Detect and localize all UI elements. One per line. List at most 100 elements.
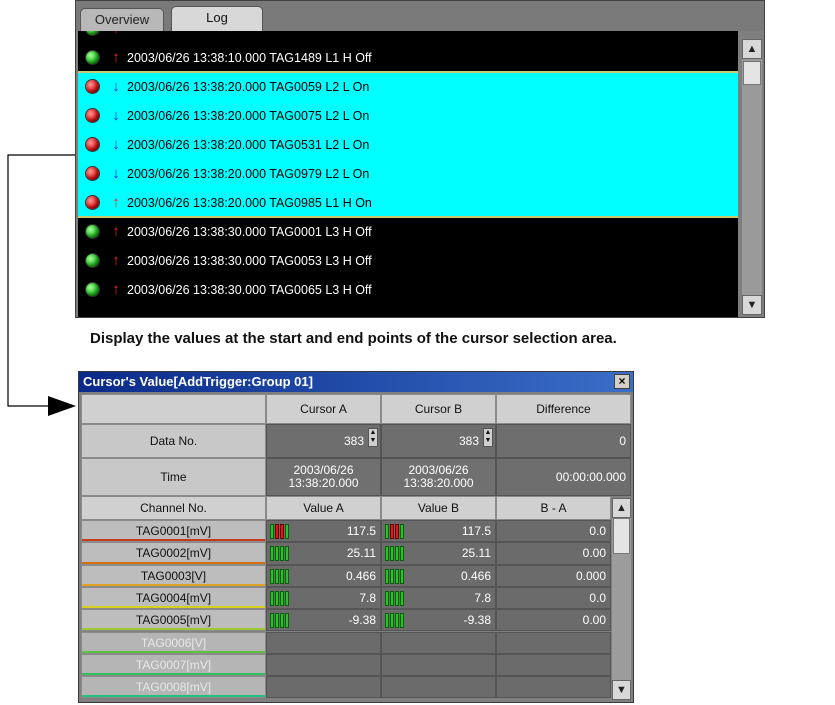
value-a-cell: 0.466 [266, 564, 381, 587]
diff-cell-text: 0.000 [575, 568, 606, 583]
time-b-clock: 13:38:20.000 [403, 476, 474, 490]
value-b-cell: 25.11 [381, 542, 496, 565]
diff-cell-text: 0.00 [582, 613, 606, 628]
data-no-label: Data No. [81, 424, 266, 458]
channel-name-text: TAG0006[V] [140, 635, 207, 650]
channel-name: TAG0006[V] [81, 631, 266, 654]
channel-name-text: TAG0002[mV] [135, 546, 212, 561]
channel-name: TAG0001[mV] [81, 520, 266, 543]
b-minus-a-header: B - A [496, 496, 611, 520]
channel-no-header: Channel No. [81, 496, 266, 520]
channel-name-text: TAG0008[mV] [135, 680, 212, 695]
channel-color-line [82, 628, 265, 631]
value-b-cell-text: -9.38 [463, 613, 491, 628]
level-meter-icon [385, 524, 404, 539]
channel-color-line [82, 650, 265, 653]
channel-name-text: TAG0005[mV] [135, 613, 212, 628]
value-b-cell-text: 25.11 [461, 546, 491, 561]
data-no-a-value: 383 [343, 434, 364, 448]
data-no-diff: 0 [496, 424, 631, 458]
channel-name: TAG0007[mV] [81, 653, 266, 677]
value-a-cell [266, 631, 381, 654]
value-b-cell-text: 0.466 [460, 568, 491, 583]
value-a-cell: -9.38 [266, 609, 381, 632]
channel-scrollbar[interactable]: ▲ ▼ [612, 498, 631, 700]
data-no-b[interactable]: 383 ▲ ▼ [381, 424, 496, 458]
diff-cell-text: 0.0 [589, 524, 606, 539]
difference-header: Difference [496, 394, 631, 424]
data-no-b-value: 383 [458, 434, 479, 448]
level-meter-icon [385, 613, 404, 629]
value-b-cell [381, 653, 496, 677]
diff-cell: 0.0 [496, 586, 611, 610]
value-a-cell-text: 7.8 [359, 591, 376, 606]
level-meter-icon [385, 590, 404, 606]
level-meter-icon [385, 546, 404, 562]
cursor-a-header: Cursor A [266, 394, 381, 424]
level-meter-icon [270, 568, 289, 584]
value-a-cell: 117.5 [266, 520, 381, 543]
value-a-cell [266, 676, 381, 699]
channel-name: TAG0004[mV] [81, 586, 266, 610]
value-a-cell: 7.8 [266, 586, 381, 610]
channel-color-line [82, 606, 265, 609]
level-meter-icon [270, 613, 289, 629]
value-b-cell [381, 676, 496, 699]
diff-cell: 0.0 [496, 520, 611, 543]
diff-cell [496, 676, 611, 699]
value-b-cell [381, 631, 496, 654]
value-b-cell: 117.5 [381, 520, 496, 543]
cursor-value-window: Cursor's Value[AddTrigger:Group 01] × Cu… [78, 371, 634, 703]
window-title: Cursor's Value[AddTrigger:Group 01] [79, 372, 633, 392]
value-b-header: Value B [381, 496, 496, 520]
value-b-cell: -9.38 [381, 609, 496, 632]
stepper-a[interactable]: ▲ ▼ [368, 428, 378, 447]
scroll-up-button[interactable]: ▲ [612, 498, 631, 518]
scroll-thumb[interactable] [613, 518, 630, 554]
value-a-cell-text: 117.5 [346, 524, 376, 539]
value-b-cell-text: 117.5 [461, 524, 491, 539]
channel-name: TAG0002[mV] [81, 542, 266, 565]
diff-cell [496, 631, 611, 654]
time-diff: 00:00:00.000 [496, 458, 631, 496]
diff-cell: 0.00 [496, 542, 611, 565]
value-a-header: Value A [266, 496, 381, 520]
value-a-cell-text: 25.11 [346, 546, 376, 561]
value-b-cell-text: 7.8 [474, 591, 491, 606]
level-meter-icon [270, 590, 289, 606]
channel-name: TAG0005[mV] [81, 609, 266, 632]
level-meter-icon [270, 524, 289, 539]
value-b-cell: 7.8 [381, 586, 496, 610]
time-label: Time [81, 458, 266, 496]
value-a-cell [266, 653, 381, 677]
close-button[interactable]: × [614, 374, 630, 389]
channel-color-line [82, 583, 265, 586]
channel-color-line [82, 673, 265, 676]
time-a-clock: 13:38:20.000 [288, 476, 359, 490]
diff-cell-text: 0.0 [589, 591, 606, 606]
channel-color-line [82, 695, 265, 698]
value-a-cell-text: -9.38 [348, 613, 376, 628]
channel-name-text: TAG0004[mV] [135, 591, 212, 606]
level-meter-icon [385, 568, 404, 584]
diff-cell-text: 0.00 [582, 546, 606, 561]
level-meter-icon [270, 546, 289, 562]
time-a: 2003/06/26 13:38:20.000 [266, 458, 381, 496]
data-no-a[interactable]: 383 ▲ ▼ [266, 424, 381, 458]
diff-cell: 0.000 [496, 564, 611, 587]
value-a-cell: 25.11 [266, 542, 381, 565]
cursor-b-header: Cursor B [381, 394, 496, 424]
channel-name-text: TAG0007[mV] [135, 657, 212, 672]
channel-color-line [82, 539, 265, 542]
time-b: 2003/06/26 13:38:20.000 [381, 458, 496, 496]
channel-name-text: TAG0001[mV] [135, 524, 212, 539]
diff-cell [496, 653, 611, 677]
channel-name: TAG0003[V] [81, 564, 266, 587]
channel-name-text: TAG0003[V] [140, 568, 207, 583]
diff-cell: 0.00 [496, 609, 611, 632]
scroll-down-button[interactable]: ▼ [612, 680, 631, 700]
channel-name: TAG0008[mV] [81, 676, 266, 699]
corner-header [81, 394, 266, 424]
stepper-b[interactable]: ▲ ▼ [483, 428, 493, 447]
value-a-cell-text: 0.466 [345, 568, 376, 583]
